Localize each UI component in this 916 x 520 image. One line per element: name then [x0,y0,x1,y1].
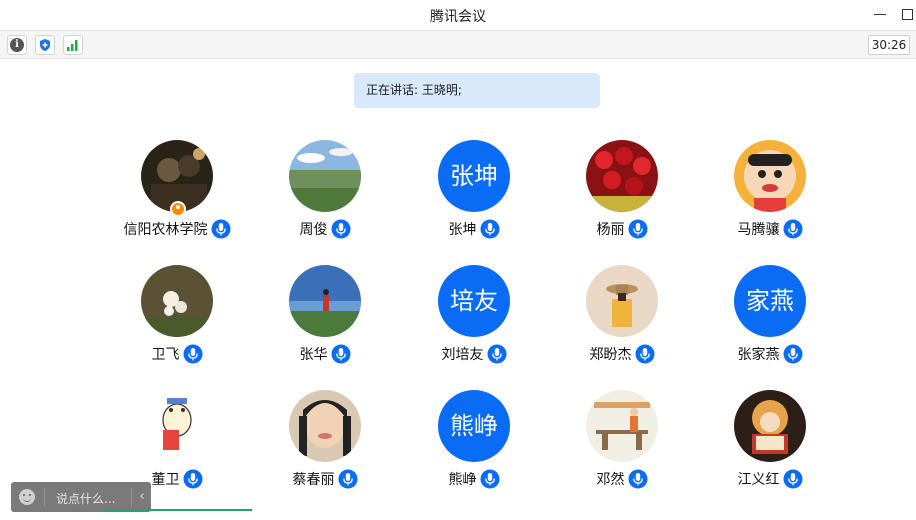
participant-tile[interactable]: 郑盼杰 [552,265,692,383]
participant-tile[interactable]: 杨丽 [552,140,692,258]
progress-underline [104,509,252,511]
participant-avatar [141,265,213,337]
participant-avatar [141,390,213,462]
chat-input[interactable]: 说点什么... ‹ [11,482,151,512]
participant-avatar [734,140,806,212]
participant-name: 刘培友 [441,346,484,363]
participant-avatar [289,140,361,212]
participant-tile[interactable]: 蔡春丽 [255,390,395,508]
participant-name-row: 江义红 [700,468,840,490]
microphone-icon[interactable] [783,469,803,489]
microphone-icon[interactable] [183,344,203,364]
microphone-icon[interactable] [635,344,655,364]
participant-avatar [586,265,658,337]
microphone-icon[interactable] [183,469,203,489]
host-badge-icon [170,201,186,217]
microphone-icon[interactable] [331,219,351,239]
participant-name-row: 张家燕 [700,343,840,365]
participant-name-row: 杨丽 [552,218,692,240]
participant-name: 周俊 [299,221,328,238]
participant-name: 熊峥 [448,471,477,488]
participant-name: 江义红 [737,471,780,488]
participant-tile[interactable]: 家燕 张家燕 [700,265,840,383]
participant-name-row: 蔡春丽 [255,468,395,490]
participant-tile[interactable]: 熊峥 熊峥 [404,390,544,508]
participant-avatar: 培友 [438,265,510,337]
chat-placeholder: 说点什么... [56,492,116,506]
microphone-icon[interactable] [331,344,351,364]
participant-avatar [734,390,806,462]
participant-avatar: 家燕 [734,265,806,337]
participant-name: 信阳农林学院 [123,221,208,238]
meeting-window: 腾讯会议 i 30:26 正在讲话: 王晓明; 信阳农林学院 周俊 张坤 张坤 杨丽 马腾… [0,0,916,520]
participant-avatar [289,265,361,337]
participant-name-row: 张华 [255,343,395,365]
participant-tile[interactable]: 培友 刘培友 [404,265,544,383]
participant-avatar [289,390,361,462]
participant-grid: 信阳农林学院 周俊 张坤 张坤 杨丽 马腾骧 卫飞 张华 培友 刘培友 郑盼杰 家燕 张家燕 董卫 蔡春丽熊… [0,0,916,520]
microphone-icon[interactable] [211,219,231,239]
participant-name: 张坤 [448,221,477,238]
microphone-icon[interactable] [338,469,358,489]
participant-name-row: 郑盼杰 [552,343,692,365]
participant-name: 邓然 [596,471,625,488]
participant-name: 卫飞 [151,346,180,363]
participant-name-row: 卫飞 [107,343,247,365]
microphone-icon[interactable] [480,469,500,489]
participant-avatar [586,140,658,212]
emoji-icon[interactable] [19,489,35,505]
participant-name: 董卫 [151,471,180,488]
microphone-icon[interactable] [783,219,803,239]
participant-tile[interactable]: 卫飞 [107,265,247,383]
participant-tile[interactable]: 周俊 [255,140,395,258]
participant-tile[interactable]: 信阳农林学院 [107,140,247,258]
participant-name: 马腾骧 [737,221,780,238]
chat-divider [44,488,45,506]
microphone-icon[interactable] [487,344,507,364]
participant-name: 张家燕 [737,346,780,363]
participant-tile[interactable]: 张坤 张坤 [404,140,544,258]
participant-name-row: 刘培友 [404,343,544,365]
participant-name: 张华 [299,346,328,363]
participant-avatar [586,390,658,462]
collapse-chat-icon[interactable]: ‹ [135,487,149,507]
participant-name-row: 信阳农林学院 [107,218,247,240]
participant-name-row: 张坤 [404,218,544,240]
microphone-icon[interactable] [480,219,500,239]
participant-name-row: 周俊 [255,218,395,240]
participant-tile[interactable]: 马腾骧 [700,140,840,258]
participant-name: 郑盼杰 [589,346,632,363]
participant-name: 蔡春丽 [292,471,335,488]
participant-avatar: 张坤 [438,140,510,212]
participant-name: 杨丽 [596,221,625,238]
participant-avatar: 熊峥 [438,390,510,462]
participant-tile[interactable]: 张华 [255,265,395,383]
microphone-icon[interactable] [783,344,803,364]
chat-divider [131,488,132,506]
microphone-icon[interactable] [628,219,648,239]
participant-name-row: 马腾骧 [700,218,840,240]
participant-tile[interactable]: 邓然 [552,390,692,508]
participant-name-row: 熊峥 [404,468,544,490]
participant-name-row: 邓然 [552,468,692,490]
microphone-icon[interactable] [628,469,648,489]
participant-tile[interactable]: 江义红 [700,390,840,508]
